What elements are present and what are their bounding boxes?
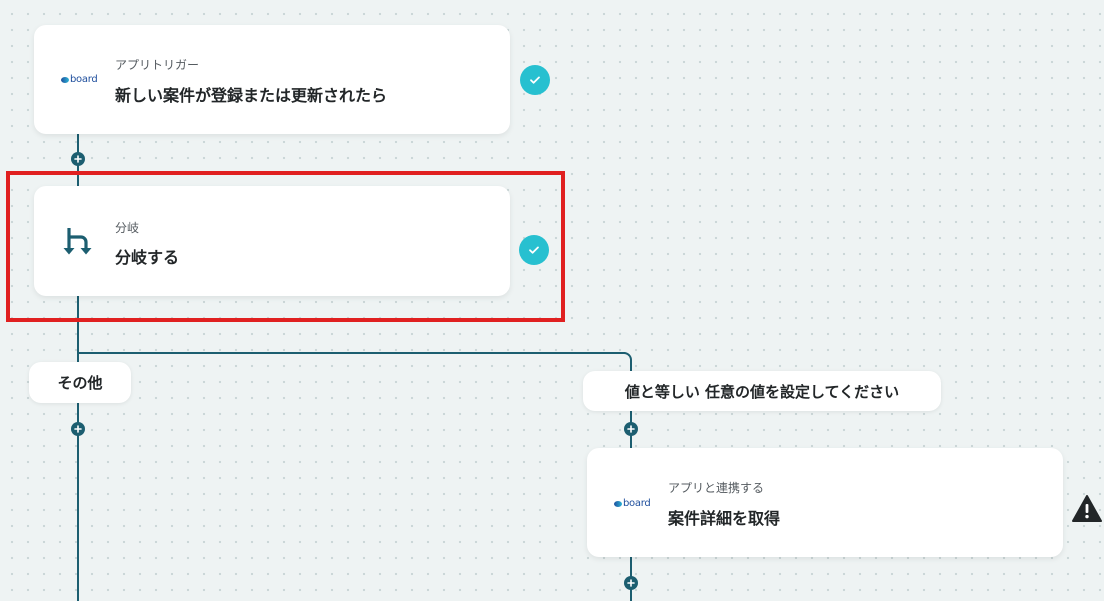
connector-branch-horizontal (77, 352, 625, 354)
branch-label-other[interactable]: その他 (29, 362, 131, 403)
add-step-button[interactable] (71, 152, 85, 166)
trigger-node-card[interactable]: board アプリトリガー 新しい案件が登録または更新されたら (34, 25, 510, 134)
node-subtitle: アプリトリガー (115, 58, 200, 72)
add-step-button[interactable] (624, 422, 638, 436)
add-step-button[interactable] (624, 576, 638, 590)
node-title: 新しい案件が登録または更新されたら (115, 86, 388, 105)
board-logo: board (614, 498, 651, 509)
add-step-button[interactable] (71, 422, 85, 436)
plus-icon (627, 425, 635, 433)
check-icon (520, 65, 550, 95)
plus-icon (74, 425, 82, 433)
branch-label-equals[interactable]: 値と等しい 任意の値を設定してください (583, 371, 941, 411)
app-action-node-card[interactable]: board アプリと連携する 案件詳細を取得 (587, 448, 1063, 557)
highlight-box (6, 171, 565, 322)
plus-icon (74, 155, 82, 163)
node-title: 案件詳細を取得 (668, 509, 781, 528)
board-logo: board (61, 74, 98, 85)
warning-icon (1072, 495, 1102, 522)
node-subtitle: アプリと連携する (668, 481, 765, 495)
plus-icon (627, 579, 635, 587)
